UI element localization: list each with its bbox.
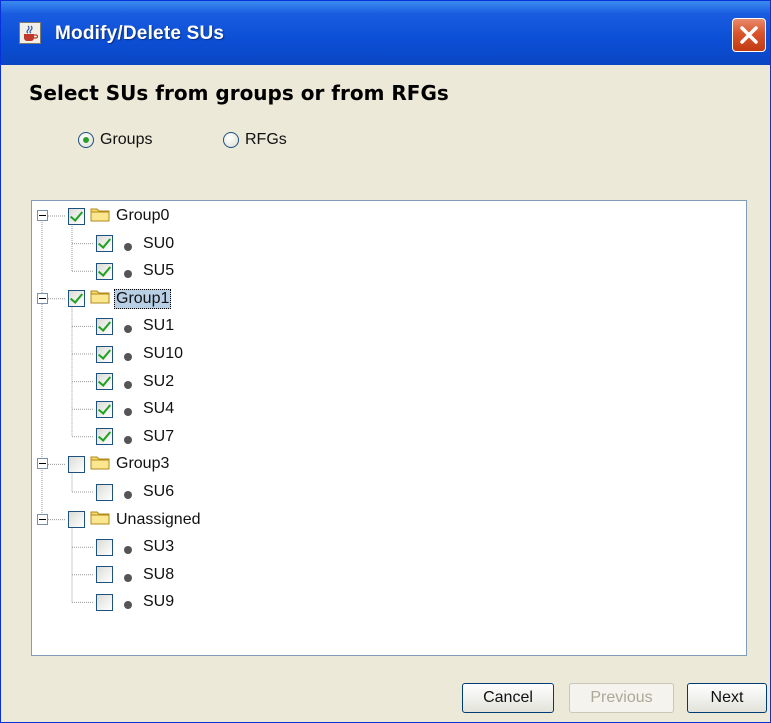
close-icon <box>740 26 758 44</box>
dot-icon <box>123 597 133 610</box>
dot-icon <box>123 239 133 251</box>
radio-rfgs[interactable]: RFGs <box>223 129 287 151</box>
group-checkbox[interactable] <box>68 511 85 529</box>
su-label: SU9 <box>143 593 175 611</box>
folder-icon <box>90 206 110 227</box>
dot-icon <box>123 377 133 389</box>
tree-su-su9[interactable]: SU9 <box>96 591 176 613</box>
tree-su-su0[interactable]: SU0 <box>96 233 176 255</box>
collapse-toggle[interactable] <box>37 292 48 304</box>
radio-button-groups[interactable] <box>78 132 94 148</box>
dot-icon <box>123 542 133 555</box>
tree-su-su10[interactable]: SU10 <box>96 343 185 365</box>
group-checkbox[interactable] <box>68 290 85 308</box>
collapse-toggle[interactable] <box>37 513 48 525</box>
su-label: SU3 <box>143 538 175 556</box>
su-checkbox[interactable] <box>96 428 113 446</box>
group-label: Unassigned <box>116 510 201 528</box>
su-label: SU8 <box>143 565 175 583</box>
tree-su-su6[interactable]: SU6 <box>96 481 176 503</box>
group-checkbox[interactable] <box>68 207 85 225</box>
su-checkbox[interactable] <box>96 483 113 501</box>
next-button[interactable]: Next <box>687 683 767 713</box>
tree-su-su8[interactable]: SU8 <box>96 564 176 586</box>
dot-icon <box>123 321 133 334</box>
tree-group-group1[interactable]: Group1 <box>68 288 172 310</box>
group-checkbox[interactable] <box>68 455 85 473</box>
previous-button[interactable]: Previous <box>569 683 674 713</box>
dot-icon <box>123 432 133 444</box>
su-label: SU5 <box>143 262 175 280</box>
group-label: Group3 <box>116 455 170 473</box>
dot-icon <box>123 487 133 499</box>
group-label: Group1 <box>114 288 172 309</box>
su-label: SU7 <box>143 427 175 445</box>
dot-icon <box>123 266 133 279</box>
su-checkbox[interactable] <box>96 538 113 556</box>
collapse-toggle[interactable] <box>37 458 48 470</box>
su-label: SU10 <box>143 345 184 362</box>
folder-icon <box>90 454 110 475</box>
su-label: SU4 <box>143 400 175 418</box>
tree-group-unassigned[interactable]: Unassigned <box>68 509 203 531</box>
su-label: SU1 <box>143 317 175 335</box>
tree-group-group3[interactable]: Group3 <box>68 453 171 475</box>
su-label: SU6 <box>143 483 175 500</box>
group-label: Group0 <box>116 207 170 224</box>
radio-label-groups: Groups <box>100 131 153 148</box>
su-checkbox[interactable] <box>96 373 113 391</box>
title-bar[interactable]: Modify/Delete SUs <box>1 1 770 65</box>
cancel-button[interactable]: Cancel <box>462 683 554 713</box>
su-checkbox[interactable] <box>96 566 113 584</box>
folder-icon <box>90 509 110 530</box>
collapse-toggle[interactable] <box>37 210 48 221</box>
dot-icon <box>123 570 133 582</box>
tree-su-su5[interactable]: SU5 <box>96 260 176 282</box>
su-checkbox[interactable] <box>96 400 113 418</box>
window-title: Modify/Delete SUs <box>55 23 225 44</box>
radio-label-rfgs: RFGs <box>245 131 287 148</box>
folder-icon <box>90 288 110 309</box>
tree-group-group0[interactable]: Group0 <box>68 205 171 227</box>
dot-icon <box>123 349 133 361</box>
tree-su-su2[interactable]: SU2 <box>96 371 176 393</box>
su-label: SU2 <box>143 372 175 390</box>
su-label: SU0 <box>143 234 175 252</box>
su-checkbox[interactable] <box>96 235 113 253</box>
dialog-window: Modify/Delete SUs Select SUs from groups… <box>0 0 771 723</box>
tree-su-su4[interactable]: SU4 <box>96 398 176 420</box>
su-checkbox[interactable] <box>96 593 113 611</box>
dot-icon <box>123 404 133 417</box>
su-tree[interactable]: Group0 SU0 SU5 Group1 SU1 SU10 SU2 SU4 SU7 Group3… <box>31 200 747 656</box>
su-checkbox[interactable] <box>96 345 113 363</box>
close-button[interactable] <box>732 18 766 52</box>
su-checkbox[interactable] <box>96 262 113 280</box>
radio-button-rfgs[interactable] <box>223 132 239 148</box>
tree-su-su3[interactable]: SU3 <box>96 536 176 558</box>
radio-groups[interactable]: Groups <box>78 129 152 151</box>
tree-su-su1[interactable]: SU1 <box>96 315 176 337</box>
su-checkbox[interactable] <box>96 317 113 335</box>
page-heading: Select SUs from groups or from RFGs <box>29 81 449 105</box>
tree-su-su7[interactable]: SU7 <box>96 426 176 448</box>
java-cup-icon <box>19 22 41 44</box>
